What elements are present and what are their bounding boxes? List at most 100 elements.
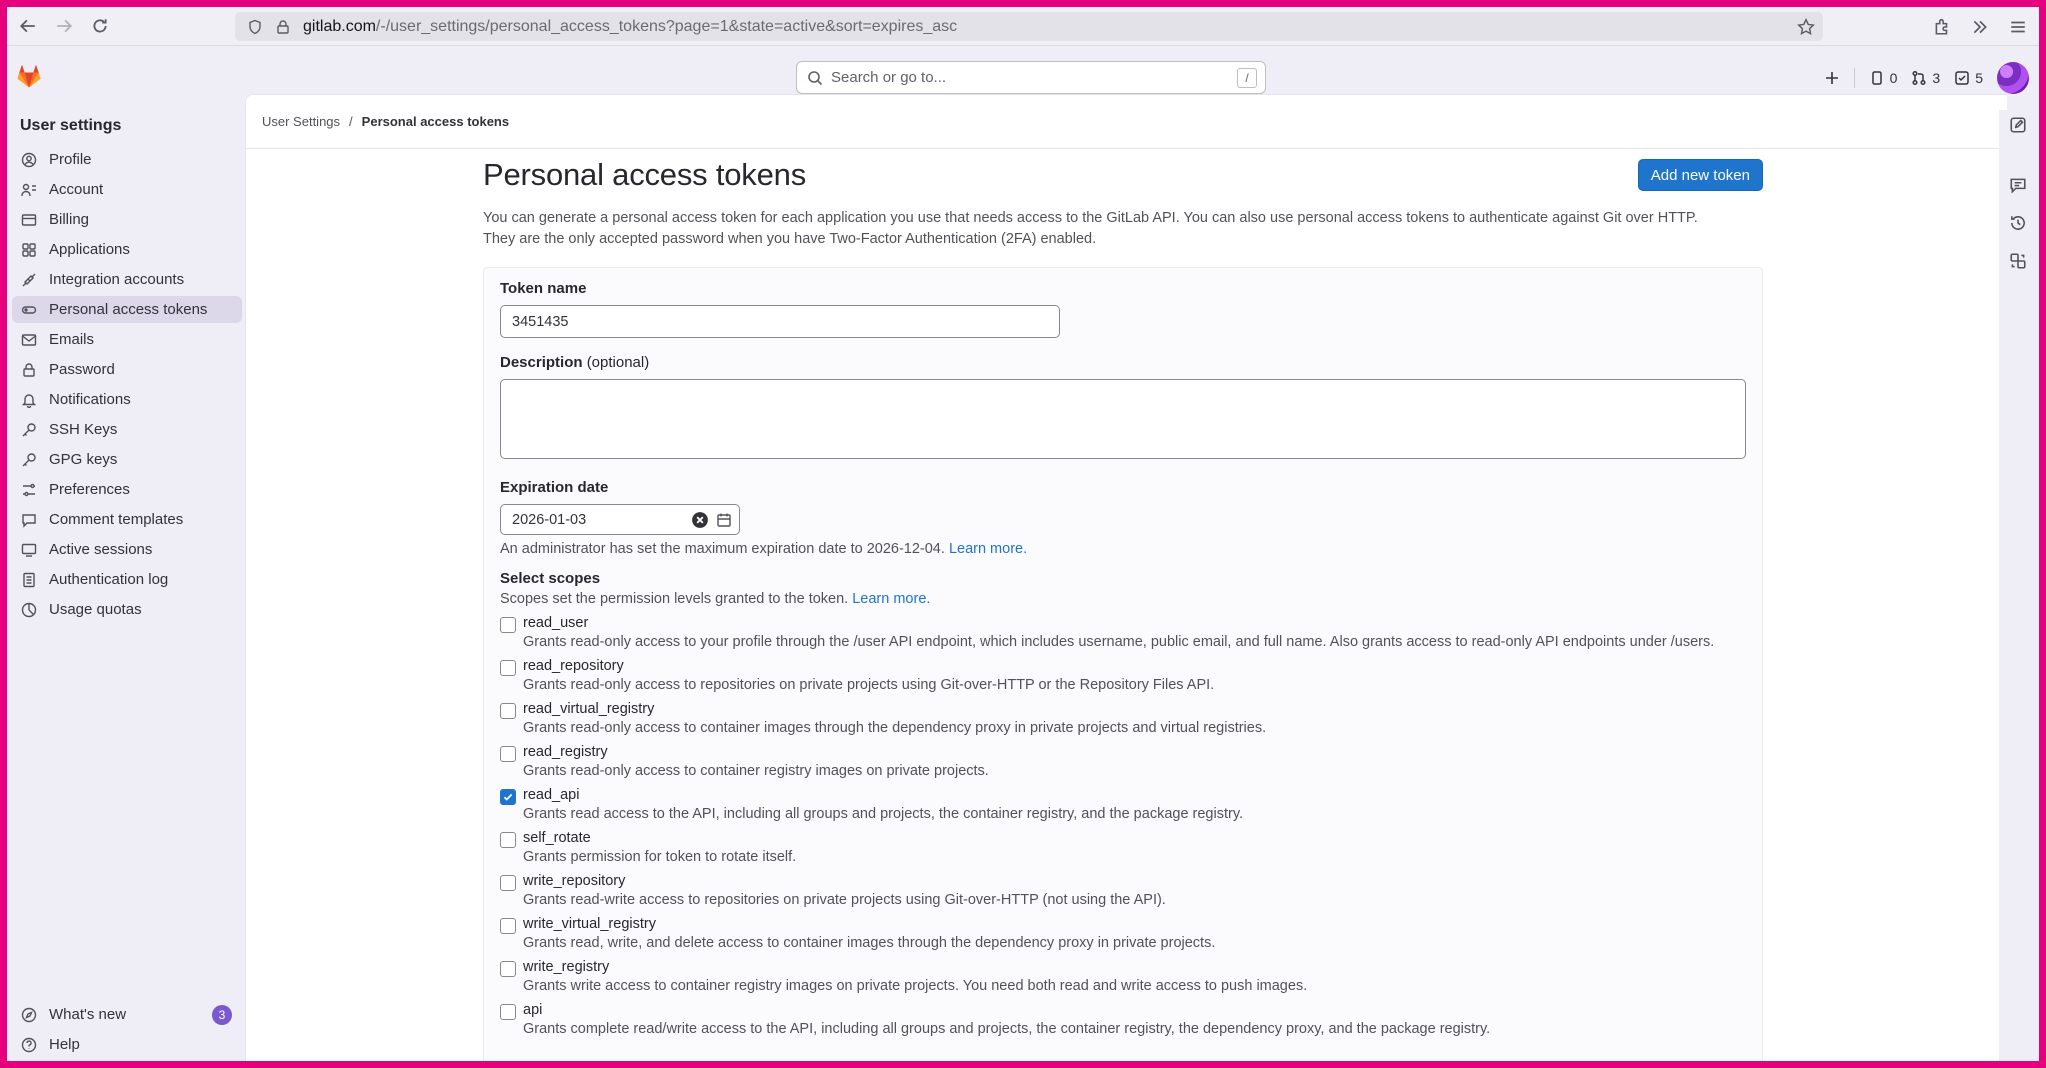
scope-checkbox[interactable] [500, 832, 516, 848]
scope-checkbox[interactable] [500, 1004, 516, 1020]
overflow-chevrons-icon[interactable] [1965, 12, 1995, 42]
integration-icon [22, 273, 36, 286]
sidebar-item-comment-templates[interactable]: Comment templates [12, 506, 242, 533]
sidebar-item-label: Billing [49, 211, 90, 228]
sidebar-item-label: Comment templates [49, 511, 184, 528]
merge-requests-button[interactable]: 3 [1911, 70, 1940, 86]
sidebar-item-password[interactable]: Password [12, 356, 242, 383]
scope-checkbox[interactable] [500, 918, 516, 934]
sidebar-item-emails[interactable]: Emails [12, 326, 242, 353]
scopes-learn-more-link[interactable]: Learn more. [852, 591, 930, 607]
scope-row-read-registry: read_registry Grants read-only access to … [500, 744, 1746, 779]
sidebar-item-label: Profile [49, 151, 92, 168]
scope-row-write-repository: write_repository Grants read-write access… [500, 873, 1746, 908]
divider [1853, 68, 1855, 88]
scope-checkbox[interactable] [500, 875, 516, 891]
profile-icon [21, 152, 37, 167]
expiration-date-value: 2026-01-03 [512, 511, 587, 528]
create-new-button[interactable] [1824, 70, 1840, 86]
todos-button[interactable]: 5 [1954, 70, 1983, 86]
sidebar-title: User settings [20, 117, 122, 134]
comments-icon[interactable] [2009, 176, 2029, 196]
scope-name: read_registry [523, 744, 608, 760]
edit-icon[interactable] [2009, 116, 2029, 136]
sidebar-item-authentication-log[interactable]: Authentication log [12, 566, 242, 593]
breadcrumb: User Settings / Personal access tokens [246, 95, 2007, 149]
scope-checkbox[interactable] [500, 746, 516, 762]
expiration-learn-more-link[interactable]: Learn more. [949, 541, 1027, 557]
help-button[interactable]: Help [12, 1031, 242, 1058]
issues-button[interactable]: 0 [1869, 70, 1897, 86]
scope-name: api [523, 1002, 543, 1018]
scope-checkbox[interactable] [500, 617, 516, 633]
expiration-date-input[interactable]: 2026-01-03 [500, 504, 740, 535]
sidebar-item-ssh-keys[interactable]: SSH Keys [12, 416, 242, 443]
sidebar-item-applications[interactable]: Applications [12, 236, 242, 263]
scope-checkbox[interactable] [500, 961, 516, 977]
back-icon[interactable] [13, 11, 43, 41]
check-icon [503, 793, 513, 801]
page-title: Personal access tokens [483, 157, 806, 192]
user-avatar[interactable] [1997, 62, 2029, 94]
sidebar-item-preferences[interactable]: Preferences [12, 476, 242, 503]
sidebar-item-usage-quotas[interactable]: Usage quotas [12, 596, 242, 623]
description-textarea[interactable] [500, 379, 1746, 459]
merge-request-icon [1912, 70, 1926, 86]
sidebar-item-label: Preferences [49, 481, 130, 498]
right-tool-rail [1999, 110, 2039, 1061]
forward-icon[interactable] [49, 11, 79, 41]
sidebar-item-profile[interactable]: Profile [12, 146, 242, 173]
sidebar-item-billing[interactable]: Billing [12, 206, 242, 233]
scope-checkbox[interactable] [500, 660, 516, 676]
breadcrumb-current[interactable]: Personal access tokens [362, 114, 509, 129]
sidebar-item-label: SSH Keys [49, 421, 118, 438]
switch-icon[interactable] [2009, 252, 2029, 272]
expiration-label: Expiration date [500, 479, 609, 496]
sidebar-item-gpg-keys[interactable]: GPG keys [12, 446, 242, 473]
search-input[interactable]: Search or go to... / [796, 61, 1266, 94]
reload-icon[interactable] [85, 11, 115, 41]
search-icon [808, 70, 823, 85]
plus-icon [1825, 72, 1838, 84]
clear-icon[interactable] [691, 511, 709, 529]
whats-new-label: What's new [49, 1006, 127, 1023]
sidebar-footer: What's new 3 Help [12, 1001, 242, 1061]
scope-row-read-repository: read_repository Grants read-only access t… [500, 658, 1746, 693]
intro-line-2: They are the only accepted password when… [483, 231, 1097, 247]
bookmark-star-icon[interactable] [1797, 17, 1815, 36]
sidebar-item-personal-access-tokens[interactable]: Personal access tokens [12, 296, 242, 323]
token-name-input[interactable]: 3451435 [500, 305, 1060, 338]
scope-description: Grants read-write access to repositories… [523, 892, 1166, 908]
scope-row-self-rotate: self_rotate Grants permission for token t… [500, 830, 1746, 865]
question-icon [21, 1037, 37, 1052]
scopes-help: Scopes set the permission levels granted… [500, 591, 931, 607]
sidebar-item-label: Notifications [49, 391, 131, 408]
scope-description: Grants read-only access to your profile … [523, 634, 1715, 650]
topbar-actions: 0 3 5 [1810, 62, 2029, 94]
history-icon[interactable] [2009, 214, 2029, 234]
account-icon [21, 183, 36, 196]
sidebar-item-account[interactable]: Account [12, 176, 242, 203]
menu-icon[interactable] [2003, 12, 2033, 42]
add-new-token-button[interactable]: Add new token [1637, 159, 1763, 191]
breadcrumb-parent-link[interactable]: User Settings [262, 114, 340, 129]
gitlab-logo-icon[interactable] [15, 62, 43, 90]
quota-icon [21, 602, 37, 617]
issues-icon [1871, 71, 1882, 85]
scope-checkbox[interactable] [500, 703, 516, 719]
extensions-icon[interactable] [1927, 12, 1957, 42]
lock-icon [23, 362, 35, 377]
whats-new-button[interactable]: What's new 3 [12, 1001, 242, 1028]
url-text: gitlab.com/-/user_settings/personal_acce… [303, 17, 958, 35]
calendar-icon[interactable] [716, 512, 732, 528]
sidebar-item-active-sessions[interactable]: Active sessions [12, 536, 242, 563]
address-bar[interactable]: gitlab.com/-/user_settings/personal_acce… [235, 12, 1823, 41]
sidebar-item-label: Usage quotas [49, 601, 142, 618]
sidebar-item-notifications[interactable]: Notifications [12, 386, 242, 413]
page-content: Personal access tokens Add new token You… [483, 157, 1763, 1061]
scope-checkbox[interactable] [500, 789, 516, 805]
token-form: Token name 3451435 Description (optional… [483, 267, 1763, 1061]
sidebar-item-integration-accounts[interactable]: Integration accounts [12, 266, 242, 293]
mr-count: 3 [1932, 70, 1941, 86]
scope-name: read_api [523, 787, 580, 803]
